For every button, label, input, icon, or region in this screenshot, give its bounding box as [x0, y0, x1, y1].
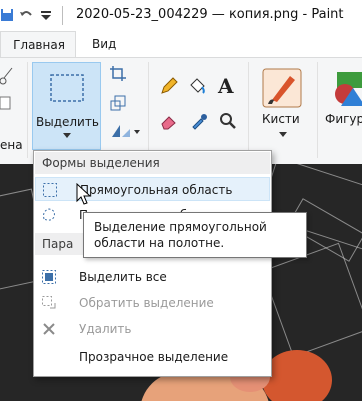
- cut-icon[interactable]: [0, 66, 14, 88]
- ribbon-separator: [27, 62, 28, 158]
- menu-item-invert-selection[interactable]: Обратить выделение: [35, 291, 270, 315]
- tooltip: Выделение прямоугольной области на полот…: [83, 212, 307, 258]
- resize-icon[interactable]: [110, 95, 126, 111]
- ribbon-separator: [317, 62, 318, 158]
- tab-view[interactable]: Вид: [92, 31, 116, 57]
- rectangle-select-icon: [43, 183, 57, 197]
- chevron-down-icon: [279, 132, 287, 137]
- clipboard-group-label: ена: [0, 138, 23, 152]
- window-title: 2020-05-23_004229 — копия.png - Paint: [76, 7, 344, 22]
- pencil-icon[interactable]: [160, 77, 178, 95]
- ribbon-separator: [248, 62, 249, 158]
- customize-arrow-icon[interactable]: [38, 7, 54, 23]
- menu-item-label: Прозрачное выделение: [79, 350, 229, 364]
- brush-icon: [262, 68, 302, 108]
- magnifier-icon[interactable]: [219, 112, 237, 130]
- free-form-select-icon: [43, 208, 55, 221]
- shapes-icon: [335, 72, 362, 106]
- mouse-cursor-icon: [76, 183, 92, 205]
- menu-item-label: Обратить выделение: [79, 296, 214, 310]
- eraser-icon[interactable]: [160, 112, 178, 130]
- select-button-label: Выделить: [36, 115, 99, 129]
- delete-icon: [43, 323, 55, 335]
- menu-item-transparent-selection[interactable]: Прозрачное выделение: [35, 345, 270, 369]
- menu-header-selection-shapes: Формы выделения: [35, 152, 270, 174]
- tab-home[interactable]: Главная: [0, 31, 76, 57]
- save-icon[interactable]: [0, 7, 16, 23]
- chevron-down-icon: [63, 133, 71, 138]
- select-dropdown-menu: Формы выделения Прямоугольная область Пр…: [33, 150, 272, 377]
- tooltip-line-1: Выделение прямоугольной: [94, 220, 267, 234]
- tooltip-line-2: области на полотне.: [94, 236, 225, 250]
- menu-item-label: Прямоугольная область: [80, 183, 233, 197]
- color-picker-icon[interactable]: [190, 112, 208, 130]
- title-bar: 2020-05-23_004229 — копия.png - Paint: [0, 0, 362, 32]
- invert-selection-icon: [42, 296, 56, 309]
- copy-icon[interactable]: [0, 94, 14, 112]
- select-all-icon: [42, 270, 56, 284]
- character-hair: [262, 350, 332, 401]
- menu-item-rectangular-selection[interactable]: Прямоугольная область: [35, 177, 270, 201]
- text-tool-icon[interactable]: A: [218, 74, 234, 98]
- menu-item-label: Удалить: [79, 322, 132, 336]
- menu-item-delete[interactable]: Удалить: [35, 317, 270, 341]
- rectangle-select-icon: [50, 74, 84, 102]
- shapes-label: Фигур: [325, 112, 362, 126]
- brushes-label: Кисти: [262, 112, 300, 126]
- shapes-button[interactable]: Фигур: [323, 66, 362, 152]
- rotate-icon[interactable]: [110, 123, 140, 139]
- fill-bucket-icon[interactable]: [188, 77, 206, 95]
- menu-item-label: Выделить все: [79, 270, 167, 284]
- ribbon-separator: [148, 62, 149, 158]
- undo-icon[interactable]: [18, 7, 34, 23]
- menu-item-select-all[interactable]: Выделить все: [35, 265, 270, 289]
- crop-icon[interactable]: [110, 66, 126, 82]
- select-button[interactable]: Выделить: [32, 62, 101, 150]
- title-separator: [62, 6, 63, 25]
- brushes-button[interactable]: Кисти: [258, 66, 308, 152]
